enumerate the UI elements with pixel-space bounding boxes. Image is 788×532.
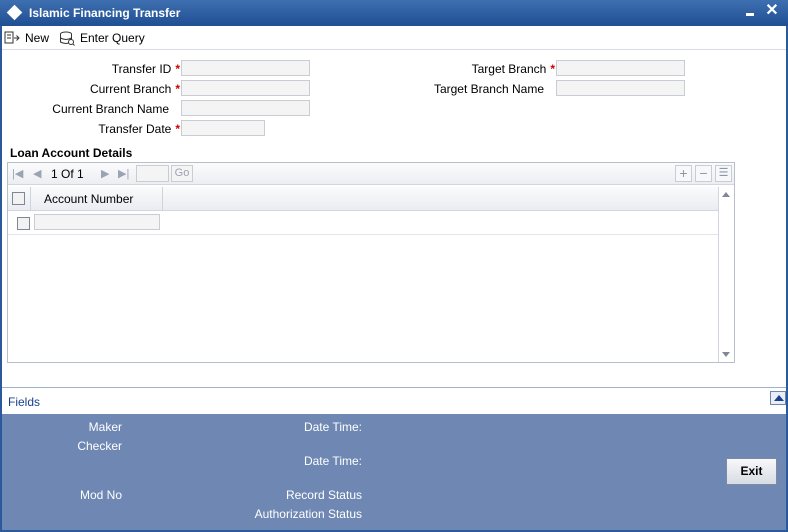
row-checkbox[interactable]	[17, 217, 30, 230]
enter-query-button[interactable]: Enter Query	[59, 29, 145, 47]
scroll-down-icon[interactable]	[722, 352, 730, 357]
checker-label: Checker	[77, 439, 122, 453]
grid-toolbar: |◀ ◀ 1 Of 1 ▶ ▶| Go + − ☰	[8, 163, 734, 185]
add-row-icon[interactable]: +	[675, 165, 692, 182]
target-branch-field[interactable]	[556, 60, 685, 76]
current-branch-name-field[interactable]	[181, 100, 310, 116]
enter-query-label: Enter Query	[80, 31, 145, 45]
first-page-icon[interactable]: |◀	[12, 167, 23, 180]
current-branch-name-label: Current Branch Name	[52, 102, 169, 116]
current-branch-field[interactable]	[181, 80, 310, 96]
next-page-icon[interactable]: ▶	[101, 167, 109, 180]
go-button[interactable]: Go	[171, 165, 193, 182]
audit-footer: Maker Checker Mod No Date Time: Date Tim…	[2, 414, 786, 530]
close-icon[interactable]: ✕	[764, 2, 780, 20]
target-branch-name-field[interactable]	[556, 80, 685, 96]
current-branch-label: Current Branch *	[89, 82, 180, 96]
window-title: Islamic Financing Transfer	[29, 6, 181, 20]
target-branch-label: Target Branch *	[471, 62, 555, 76]
delete-row-icon[interactable]: −	[695, 165, 712, 182]
select-all-checkbox[interactable]	[12, 192, 25, 205]
page-indicator: 1 Of 1	[51, 167, 84, 181]
table-row	[8, 211, 718, 235]
maker-label: Maker	[88, 420, 122, 434]
single-view-icon[interactable]: ☰	[715, 165, 732, 182]
new-button[interactable]: New	[4, 29, 49, 47]
account-number-input[interactable]	[34, 214, 160, 230]
toolbar: New Enter Query	[2, 26, 786, 50]
transfer-id-label: Transfer ID *	[111, 62, 180, 76]
minimize-icon[interactable]	[744, 6, 758, 20]
transfer-id-field[interactable]	[181, 60, 310, 76]
fields-link[interactable]: Fields	[8, 395, 40, 409]
new-doc-icon	[4, 31, 20, 44]
prev-page-icon[interactable]: ◀	[33, 167, 41, 180]
maker-date-time-label: Date Time:	[303, 420, 362, 434]
checker-date-time-label: Date Time:	[303, 454, 362, 468]
grid-vertical-scrollbar[interactable]	[718, 187, 734, 362]
transfer-date-label: Transfer Date *	[98, 122, 180, 136]
query-db-icon	[60, 31, 75, 46]
transfer-date-field[interactable]	[181, 120, 265, 136]
column-divider	[30, 187, 31, 211]
authorization-status-label: Authorization Status	[254, 507, 362, 521]
new-button-label: New	[25, 31, 50, 45]
grid-header-row: Account Number	[8, 187, 718, 211]
record-status-label: Record Status	[285, 488, 362, 502]
loan-account-details-title: Loan Account Details	[10, 146, 133, 160]
exit-button[interactable]: Exit	[726, 458, 777, 485]
loan-account-grid: |◀ ◀ 1 Of 1 ▶ ▶| Go + − ☰ Account Number	[7, 162, 735, 363]
collapse-up-icon[interactable]	[770, 391, 786, 405]
page-number-input[interactable]	[136, 165, 169, 182]
mod-no-label: Mod No	[79, 488, 122, 502]
target-branch-name-label: Target Branch Name	[433, 82, 544, 96]
last-page-icon[interactable]: ▶|	[118, 167, 129, 180]
column-divider	[162, 187, 163, 211]
app-diamond-icon	[6, 4, 23, 21]
account-number-header: Account Number	[44, 192, 134, 206]
window-titlebar: Islamic Financing Transfer ✕	[0, 0, 788, 26]
scroll-up-icon[interactable]	[722, 192, 730, 197]
fields-bar: Fields	[2, 387, 786, 414]
